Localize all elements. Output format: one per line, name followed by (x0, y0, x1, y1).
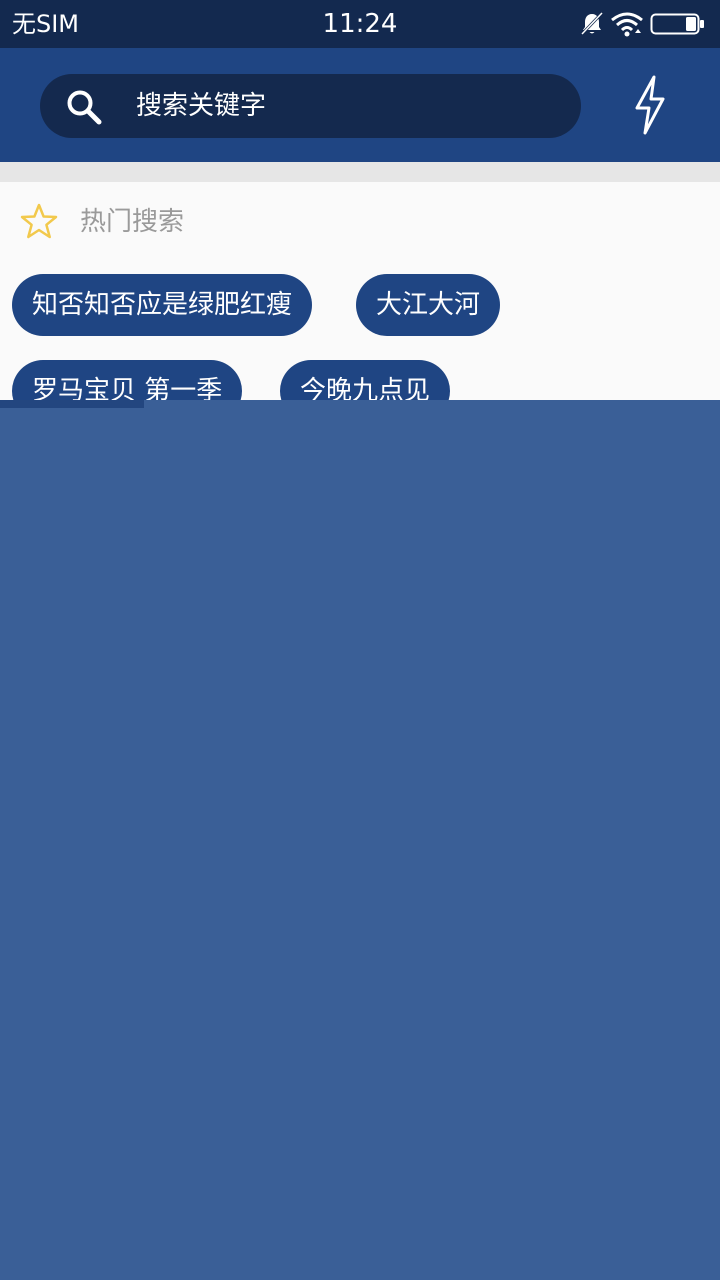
app-bar: 搜索关键字 (0, 48, 720, 162)
search-input-placeholder[interactable]: 搜索关键字 (136, 74, 266, 138)
overlay-edge (0, 400, 144, 408)
battery-icon (650, 13, 704, 35)
star-icon (20, 203, 58, 239)
search-box[interactable]: 搜索关键字 (40, 74, 581, 138)
hot-search-panel: 热门搜索 知否知否应是绿肥红瘦 大江大河 罗马宝贝 第一季 今晚九点见 (0, 182, 720, 400)
section-divider (0, 162, 720, 182)
search-icon (67, 90, 102, 125)
status-bar: 无SIM 11:24 (0, 0, 720, 48)
bell-muted-icon (580, 11, 604, 36)
hot-tag[interactable]: 罗马宝贝 第一季 (12, 360, 243, 400)
hot-search-title: 热门搜索 (80, 207, 185, 237)
hot-tag[interactable]: 大江大河 (356, 274, 501, 336)
status-icons (580, 10, 708, 38)
hot-tag[interactable]: 知否知否应是绿肥红瘦 (12, 274, 313, 336)
loading-overlay (0, 400, 720, 1280)
flash-icon[interactable] (627, 73, 673, 137)
hot-tag[interactable]: 今晚九点见 (280, 360, 451, 400)
wifi-icon (611, 12, 643, 37)
